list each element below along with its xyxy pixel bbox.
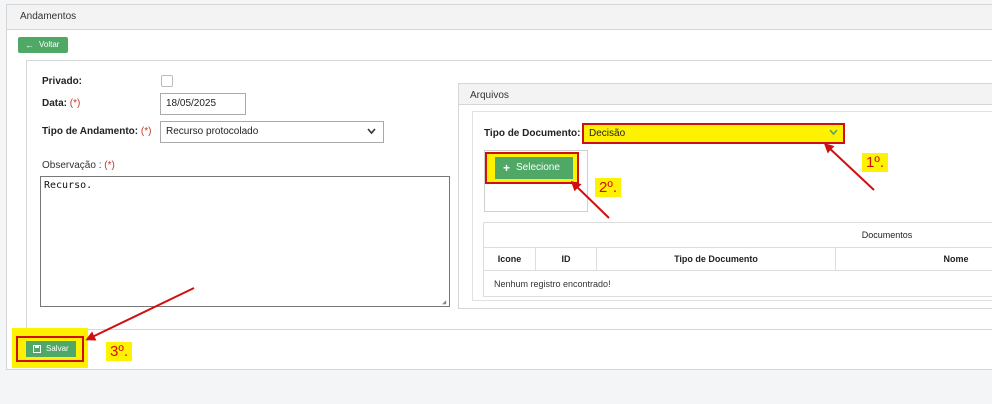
- annotation-arrows: [85, 142, 875, 341]
- annotation-arrow-3: [85, 287, 195, 341]
- annotation-arrow-2: [570, 180, 610, 219]
- annotation-arrow-1: [823, 142, 875, 191]
